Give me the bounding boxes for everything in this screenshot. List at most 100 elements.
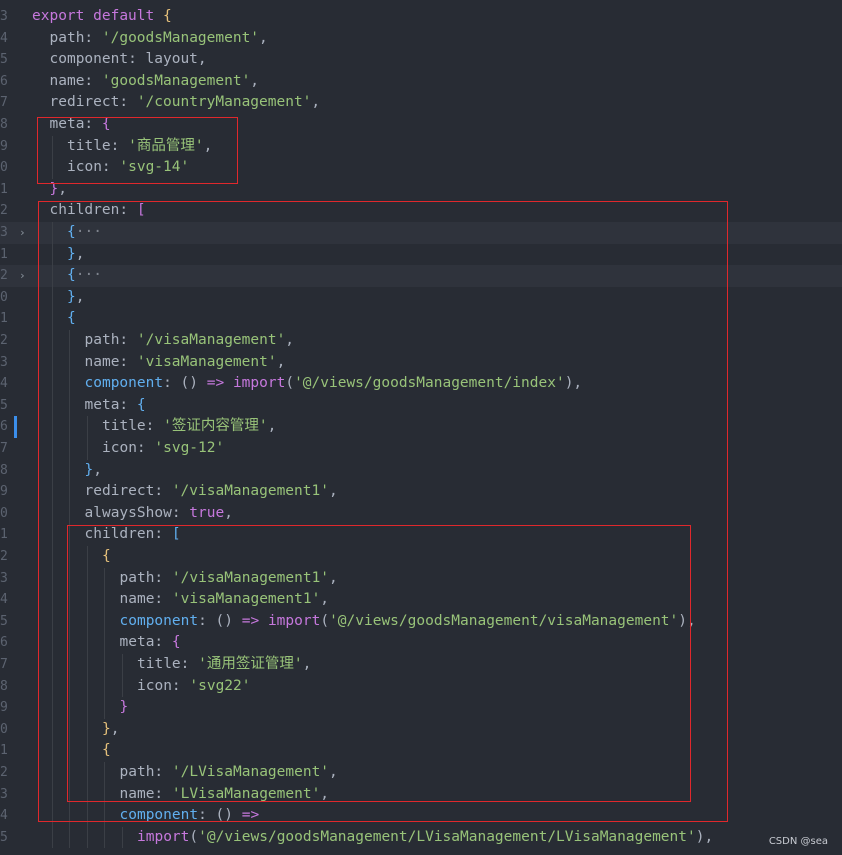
code-token: ··· [75, 224, 102, 240]
code-line[interactable]: 3 export default { [0, 6, 842, 28]
code-token: : layout, [128, 51, 207, 68]
code-line[interactable]: 7 icon: 'svg-12' [0, 438, 842, 460]
code-line[interactable]: 7 redirect: '/countryManagement', [0, 92, 842, 114]
code-token: ), [695, 828, 714, 845]
code-token: component [84, 375, 164, 392]
indent-guide [51, 222, 53, 244]
code-editor[interactable]: 3 export default {4 path: '/goodsManagemen… [0, 0, 842, 855]
indent-guide [104, 762, 105, 784]
code-text: name: 'visaManagement', [85, 352, 286, 374]
code-token: icon [67, 159, 102, 176]
code-line[interactable]: 0 alwaysShow: true, [0, 502, 842, 525]
line-number: 7 [0, 95, 8, 111]
code-line[interactable]: 0}, [0, 718, 842, 741]
code-line[interactable]: 4 component: () => [0, 805, 842, 827]
fold-chevron-icon[interactable]: › [19, 265, 26, 287]
code-token: component [119, 807, 199, 824]
code-line[interactable]: 9 title: '商品管理', [0, 135, 842, 158]
code-token: name [84, 353, 120, 370]
code-line[interactable]: 9} [0, 697, 842, 719]
code-text: title: '通用签证管理', [137, 654, 311, 676]
line-number: 2 [0, 203, 8, 219]
code-line[interactable]: 2 › {··· [0, 265, 842, 287]
code-token: : [119, 94, 137, 111]
code-text: children: [ [85, 524, 181, 546]
line-number: 8 [0, 678, 8, 694]
code-text: export default { [32, 6, 172, 28]
indent-guide [104, 697, 105, 719]
code-line[interactable]: 8}, [0, 459, 842, 482]
code-line[interactable]: 0 icon: 'svg-14' [0, 157, 842, 179]
code-line[interactable]: 6 meta: { [0, 632, 842, 654]
indent-guide [51, 632, 53, 654]
code-text: {··· [67, 222, 102, 244]
indent-guide [69, 740, 70, 762]
code-token: { [102, 548, 111, 564]
indent-guide [69, 459, 70, 482]
code-line[interactable]: 1}, [0, 179, 842, 201]
code-line[interactable]: 3 name: 'LVisaManagement', [0, 783, 842, 806]
code-line[interactable]: 2{ [0, 546, 842, 568]
indent-guide [51, 438, 53, 460]
code-token: ( [320, 612, 330, 629]
code-text: icon: 'svg-14' [67, 157, 189, 179]
code-text: {··· [67, 265, 102, 287]
indent-guide [69, 351, 70, 374]
indent-guide [86, 718, 88, 741]
code-line[interactable]: 5 import('@/views/goodsManagement/LVisaMa… [0, 826, 842, 849]
line-number: 5 [0, 613, 8, 629]
code-token: '@/views/goodsManagement/index' [294, 375, 565, 392]
code-text: }, [67, 244, 84, 266]
fold-chevron-icon[interactable]: › [19, 222, 26, 244]
code-token: } [67, 288, 76, 305]
code-line[interactable]: 5 meta: { [0, 394, 842, 417]
code-token: 'LVisaManagement' [171, 785, 321, 802]
indent-guide [51, 740, 53, 762]
code-line[interactable]: 8 icon: 'svg22' [0, 675, 842, 698]
code-line[interactable]: 2 path: '/LVisaManagement', [0, 762, 842, 784]
line-number: 5 [0, 52, 8, 68]
indent-guide [104, 805, 105, 827]
code-token: { [67, 224, 76, 240]
code-line[interactable]: 4 path: '/goodsManagement', [0, 28, 842, 50]
code-token: : [145, 418, 164, 435]
indent-guide [51, 697, 53, 719]
line-number: 3 [0, 225, 8, 240]
code-line[interactable]: 3 › {··· [0, 222, 842, 244]
code-line[interactable]: 8 meta: { [0, 114, 842, 136]
indent-guide [121, 654, 123, 676]
code-line[interactable]: 4 component: () => import('@/views/goodsM… [0, 373, 842, 395]
code-token: '签证内容管理' [163, 418, 268, 435]
code-text: }, [50, 179, 67, 201]
code-line[interactable]: 0}, [0, 286, 842, 309]
code-line[interactable]: 5 component: layout, [0, 49, 842, 71]
code-token: '/visaManagement1' [171, 569, 330, 586]
code-line[interactable]: 9 redirect: '/visaManagement1', [0, 481, 842, 503]
code-line[interactable]: 3 name: 'visaManagement', [0, 351, 842, 374]
code-line[interactable]: 6 name: 'goodsManagement', [0, 71, 842, 93]
code-line[interactable]: 1 children: [ [0, 524, 842, 546]
code-line[interactable]: 1{ [0, 740, 842, 762]
code-line[interactable]: 5 component: () => import('@/views/goodsM… [0, 610, 842, 633]
code-token: ), [564, 375, 583, 392]
code-text: name: 'visaManagement1', [120, 589, 330, 611]
code-line[interactable]: 7 title: '通用签证管理', [0, 654, 842, 676]
code-token: , [329, 569, 338, 586]
indent-guide [51, 654, 53, 676]
line-number: 6 [0, 635, 8, 651]
code-token: : [154, 526, 172, 543]
code-line[interactable]: 3 path: '/visaManagement1', [0, 567, 842, 590]
code-line[interactable]: 1{ [0, 308, 842, 330]
indent-guide [69, 697, 70, 719]
code-line[interactable]: 2 children: [ [0, 200, 842, 222]
code-text: component: () => [120, 805, 260, 827]
code-token: path [49, 29, 85, 46]
indent-guide [104, 632, 105, 654]
code-line[interactable]: 2 path: '/visaManagement', [0, 330, 842, 352]
code-line[interactable]: 6 title: '签证内容管理', [0, 416, 842, 438]
code-token: { [171, 634, 181, 651]
indent-guide [69, 394, 70, 417]
code-line[interactable]: 4 name: 'visaManagement1', [0, 589, 842, 611]
line-number: 0 [0, 160, 8, 176]
code-line[interactable]: 1}, [0, 243, 842, 266]
